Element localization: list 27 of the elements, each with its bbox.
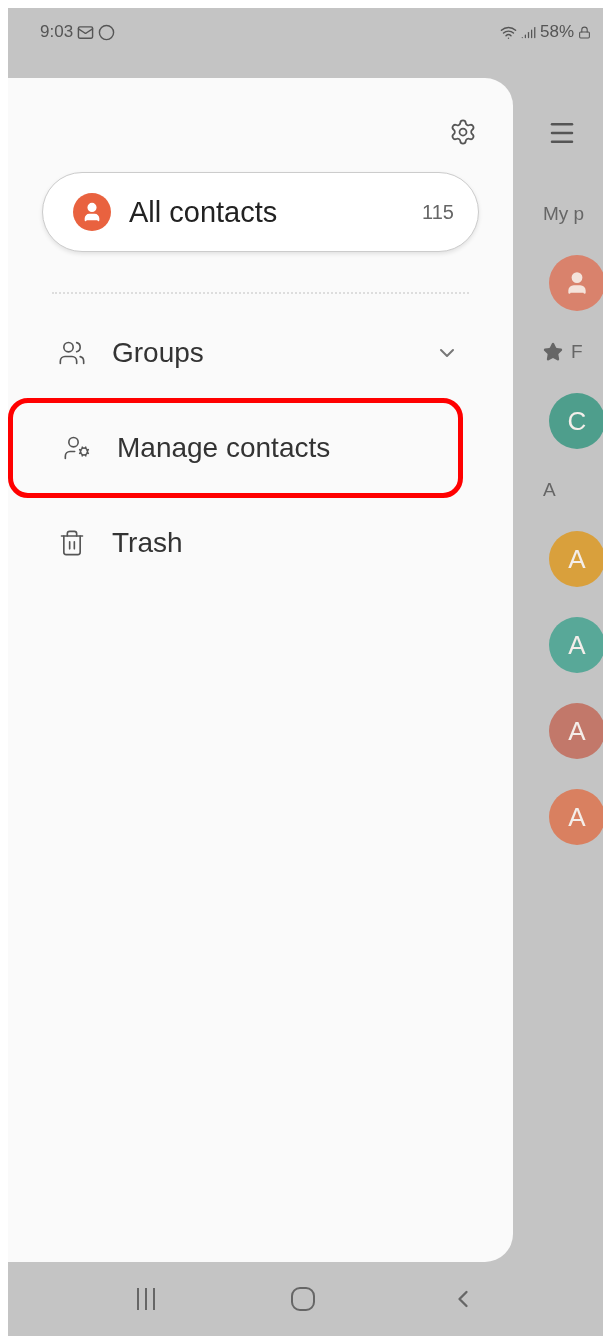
drawer-menu-item[interactable]: Groups bbox=[42, 308, 479, 398]
section-header: A bbox=[543, 478, 557, 502]
status-icon bbox=[98, 23, 116, 41]
contact-count: 115 bbox=[422, 200, 454, 224]
home-icon[interactable] bbox=[290, 1286, 317, 1312]
section-header: F bbox=[571, 340, 583, 364]
people-icon bbox=[58, 339, 86, 367]
battery-level: 58% bbox=[539, 22, 574, 42]
person-icon bbox=[73, 193, 111, 231]
drawer-menu-item[interactable]: Trash bbox=[42, 498, 479, 588]
settings-icon[interactable] bbox=[449, 118, 477, 146]
mail-icon bbox=[77, 23, 95, 41]
contact-avatar[interactable]: C bbox=[549, 393, 603, 449]
contact-avatar[interactable]: A bbox=[549, 617, 603, 673]
status-time: 9:03 bbox=[40, 22, 74, 42]
star-icon bbox=[543, 342, 563, 362]
contact-avatar[interactable]: A bbox=[549, 531, 603, 587]
contact-avatar[interactable]: A bbox=[549, 789, 603, 845]
battery-icon bbox=[578, 25, 591, 39]
all-contacts-button[interactable]: All contacts 115 bbox=[42, 172, 479, 252]
contact-avatar[interactable]: A bbox=[549, 703, 603, 759]
drawer-menu-item[interactable]: Manage contacts bbox=[8, 398, 463, 498]
person-gear-icon bbox=[63, 434, 91, 462]
trash-icon bbox=[58, 529, 86, 557]
signal-icon bbox=[520, 24, 536, 40]
profile-avatar[interactable] bbox=[549, 255, 603, 311]
section-header: My p bbox=[543, 202, 586, 226]
